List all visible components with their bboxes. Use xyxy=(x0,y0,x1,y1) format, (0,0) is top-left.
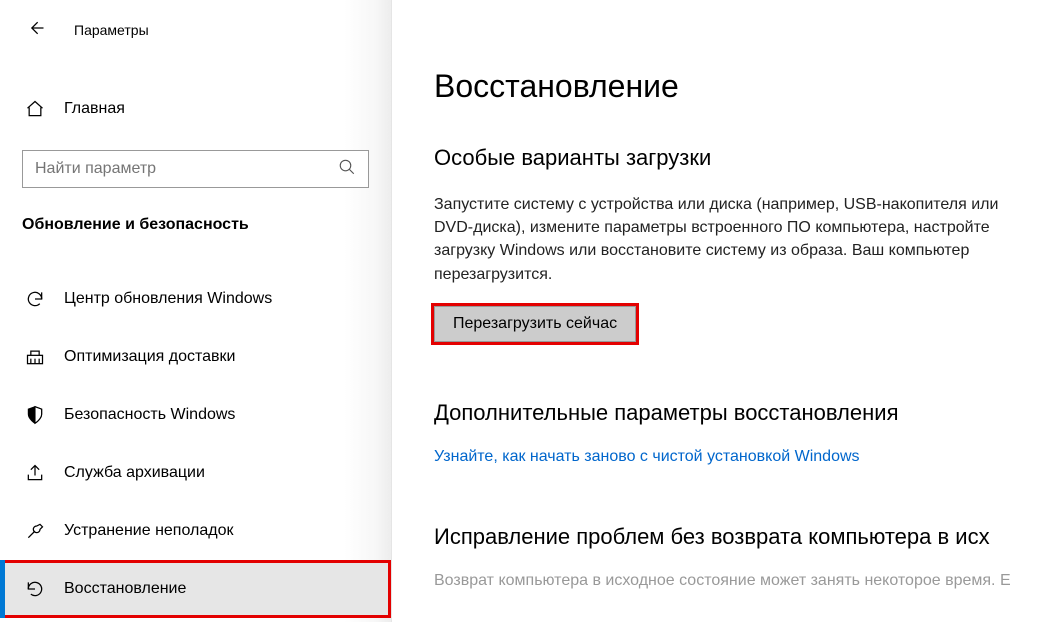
search-container xyxy=(22,150,369,188)
restart-now-button[interactable]: Перезагрузить сейчас xyxy=(434,306,636,342)
wrench-icon xyxy=(24,520,46,542)
sidebar-item-backup[interactable]: Служба архивации xyxy=(0,444,391,502)
sidebar: Параметры Главная Обновление и безопасно… xyxy=(0,0,392,622)
backup-icon xyxy=(24,462,46,484)
search-input[interactable] xyxy=(35,160,338,178)
sidebar-item-label: Центр обновления Windows xyxy=(64,290,272,308)
main-content: Восстановление Особые варианты загрузки … xyxy=(392,0,1059,622)
section-fix-problems: Исправление проблем без возврата компьют… xyxy=(434,524,1059,590)
window-title: Параметры xyxy=(74,22,149,38)
fresh-start-link[interactable]: Узнайте, как начать заново с чистой уста… xyxy=(434,448,860,465)
search-icon xyxy=(338,158,356,181)
home-nav[interactable]: Главная xyxy=(0,88,391,130)
shield-icon xyxy=(24,404,46,426)
search-box[interactable] xyxy=(22,150,369,188)
sync-icon xyxy=(24,288,46,310)
sidebar-item-label: Служба архивации xyxy=(64,464,205,482)
sidebar-item-troubleshoot[interactable]: Устранение неполадок xyxy=(0,502,391,560)
partial-text: Возврат компьютера в исходное состояние … xyxy=(434,572,1059,590)
sidebar-item-recovery[interactable]: Восстановление xyxy=(0,560,391,618)
section-heading: Дополнительные параметры восстановления xyxy=(434,400,1059,426)
home-label: Главная xyxy=(64,100,125,118)
section-description: Запустите систему с устройства или диска… xyxy=(434,193,1024,286)
section-more-recovery: Дополнительные параметры восстановления … xyxy=(434,400,1059,466)
delivery-icon xyxy=(24,346,46,368)
sidebar-item-label: Восстановление xyxy=(64,580,186,598)
section-heading: Исправление проблем без возврата компьют… xyxy=(434,524,1059,550)
sidebar-item-windows-security[interactable]: Безопасность Windows xyxy=(0,386,391,444)
page-title: Восстановление xyxy=(434,68,1059,105)
recovery-icon xyxy=(24,578,46,600)
sidebar-item-windows-update[interactable]: Центр обновления Windows xyxy=(0,270,391,328)
sidebar-item-label: Безопасность Windows xyxy=(64,406,235,424)
sidebar-item-delivery-optimization[interactable]: Оптимизация доставки xyxy=(0,328,391,386)
sidebar-nav-list: Центр обновления Windows Оптимизация дос… xyxy=(0,270,391,618)
back-arrow-icon xyxy=(26,18,46,43)
sidebar-item-label: Устранение неполадок xyxy=(64,522,233,540)
home-icon xyxy=(24,98,46,120)
sidebar-item-label: Оптимизация доставки xyxy=(64,348,235,366)
back-button[interactable] xyxy=(20,14,52,46)
section-advanced-startup: Особые варианты загрузки Запустите систе… xyxy=(434,145,1059,342)
window-header: Параметры xyxy=(0,8,391,58)
sidebar-section-title: Обновление и безопасность xyxy=(0,210,391,252)
section-heading: Особые варианты загрузки xyxy=(434,145,1059,171)
